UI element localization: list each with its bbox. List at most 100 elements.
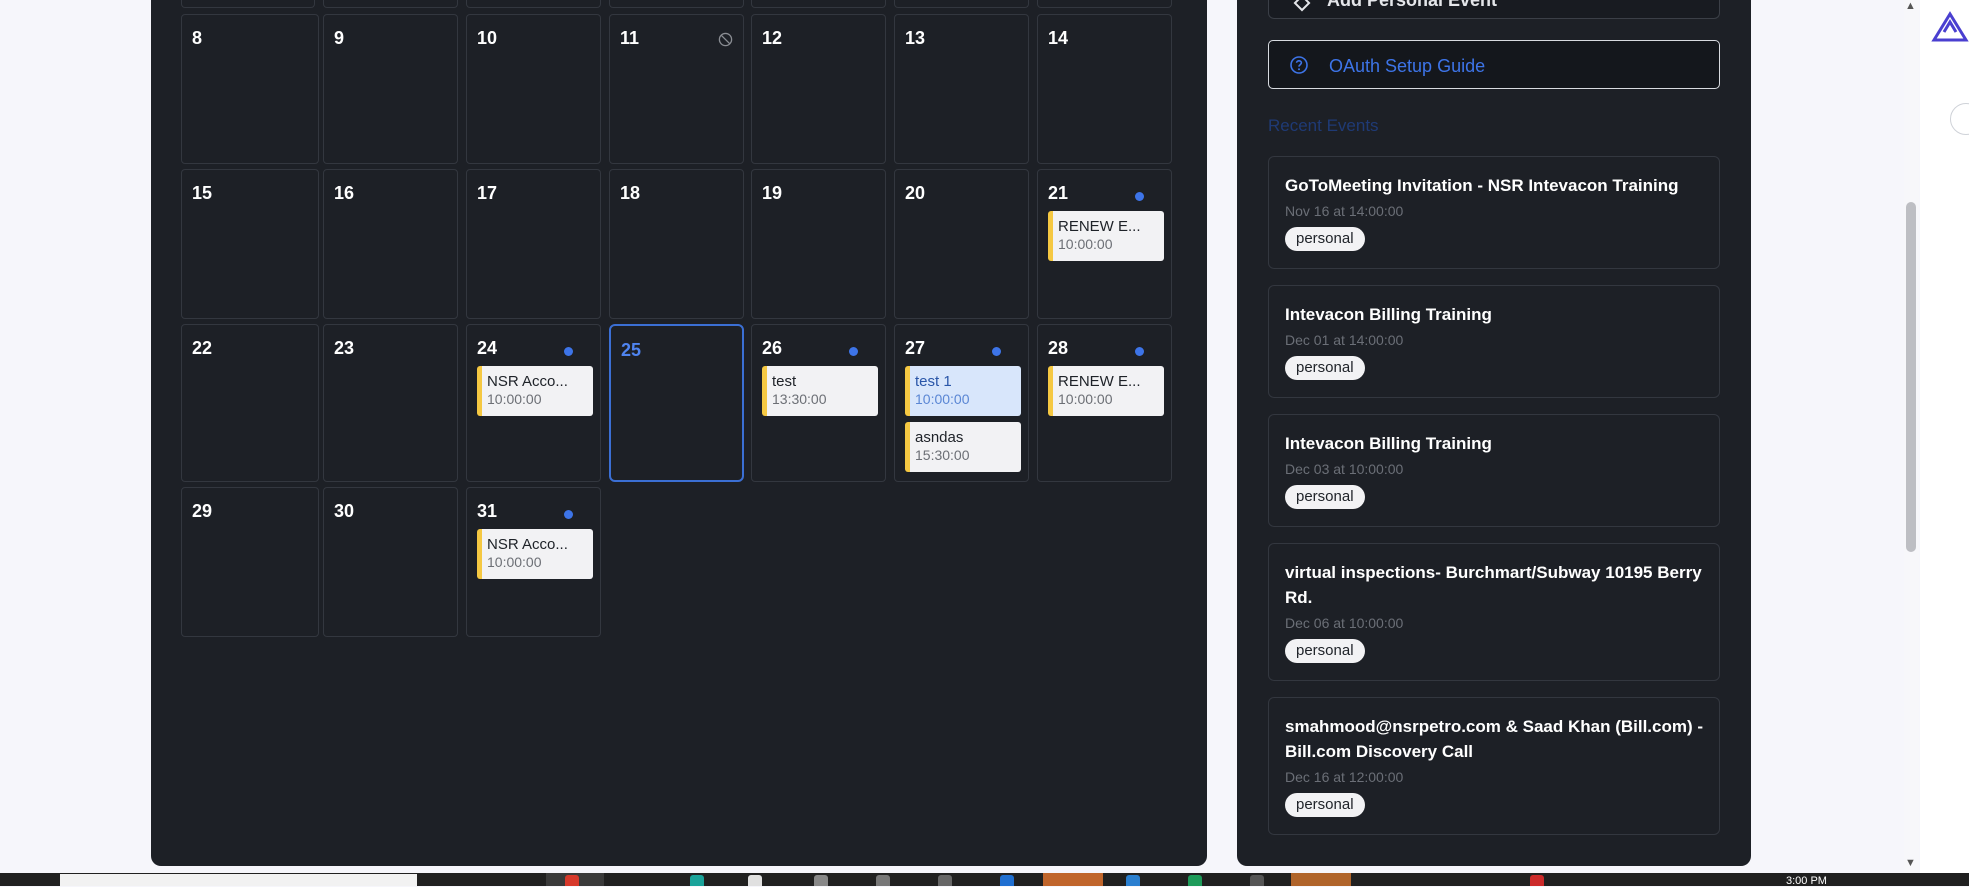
calendar-cell[interactable]: 26 test 13:30:00 [751, 324, 886, 482]
calendar-cell[interactable]: 14 [1037, 14, 1172, 164]
calendar-cell[interactable]: 11 [609, 14, 744, 164]
calendar-cell[interactable]: 19 [751, 169, 886, 319]
calendar-cell[interactable]: 20 [894, 169, 1029, 319]
event-time: 15:30:00 [915, 447, 970, 463]
recent-event-card[interactable]: Intevacon Billing Training Dec 01 at 14:0… [1268, 285, 1720, 398]
taskbar-app-highlight[interactable] [1043, 873, 1103, 886]
calendar-event[interactable]: test 1 10:00:00 [905, 366, 1021, 416]
recent-event-title: Intevacon Billing Training [1285, 305, 1492, 324]
recent-event-card[interactable]: smahmood@nsrpetro.com & Saad Khan (Bill.… [1268, 697, 1720, 835]
day-number: 20 [905, 183, 926, 203]
taskbar-app-icon[interactable] [748, 875, 762, 886]
event-indicator-dot [1135, 347, 1144, 356]
calendar-cell[interactable]: 27 test 1 10:00:00 asndas 15:30:00 [894, 324, 1029, 482]
taskbar-app-icon[interactable] [814, 875, 828, 886]
calendar-cell[interactable]: 21 RENEW E... 10:00:00 [1037, 169, 1172, 319]
calendar-event[interactable]: RENEW E... 10:00:00 [1048, 211, 1164, 261]
calendar-cell-partial[interactable] [751, 0, 886, 8]
calendar-cell[interactable]: 17 [466, 169, 601, 319]
calendar-cell[interactable]: 24 NSR Acco... 10:00:00 [466, 324, 601, 482]
taskbar-app-icon[interactable] [876, 875, 890, 886]
taskbar-app-highlight[interactable] [1291, 873, 1351, 886]
app-logo-icon[interactable] [1930, 10, 1969, 44]
calendar-cell-partial[interactable] [181, 0, 315, 8]
day-number: 26 [762, 338, 783, 358]
taskbar-app-icon[interactable] [565, 875, 579, 886]
taskbar-app-icon[interactable] [1250, 875, 1264, 886]
oauth-setup-guide-button[interactable]: OAuth Setup Guide [1268, 40, 1720, 89]
recent-event-title: virtual inspections- Burchmart/Subway 10… [1285, 563, 1702, 607]
recent-event-tag: personal [1285, 485, 1365, 509]
event-title: RENEW E... [1058, 218, 1141, 235]
diamond-icon [1293, 0, 1311, 12]
day-number: 22 [192, 338, 213, 358]
day-number: 14 [1048, 28, 1069, 48]
add-personal-event-button[interactable]: Add Personal Event [1268, 0, 1720, 19]
calendar-cell-partial[interactable] [609, 0, 744, 8]
recent-event-title: smahmood@nsrpetro.com & Saad Khan (Bill.… [1285, 717, 1704, 761]
day-number: 13 [905, 28, 926, 48]
taskbar-app-icon[interactable] [1000, 875, 1014, 886]
day-number: 11 [620, 28, 640, 48]
calendar-event[interactable]: NSR Acco... 10:00:00 [477, 366, 593, 416]
day-number: 16 [334, 183, 355, 203]
event-time: 10:00:00 [915, 391, 970, 407]
event-time: 10:00:00 [487, 391, 542, 407]
calendar-cell[interactable]: 28 RENEW E... 10:00:00 [1037, 324, 1172, 482]
recent-event-date: Dec 01 at 14:00:00 [1285, 332, 1404, 348]
blocked-circle-icon [718, 32, 733, 47]
event-indicator-dot [564, 347, 573, 356]
recent-event-card[interactable]: GoToMeeting Invitation - NSR Intevacon T… [1268, 156, 1720, 269]
scrollbar-thumb[interactable] [1906, 202, 1916, 552]
calendar-cell[interactable]: 23 [323, 324, 458, 482]
calendar-cell[interactable]: 30 [323, 487, 458, 637]
calendar-cell[interactable]: 31 NSR Acco... 10:00:00 [466, 487, 601, 637]
event-indicator-dot [1135, 192, 1144, 201]
recent-event-card[interactable]: virtual inspections- Burchmart/Subway 10… [1268, 543, 1720, 681]
taskbar-app-icon[interactable] [690, 875, 704, 886]
calendar-cell[interactable]: 16 [323, 169, 458, 319]
event-time: 10:00:00 [1058, 391, 1113, 407]
recent-event-title: Intevacon Billing Training [1285, 434, 1492, 453]
calendar-cell[interactable]: 22 [181, 324, 319, 482]
scroll-up-arrow-icon[interactable]: ▲ [1905, 0, 1916, 12]
calendar-event[interactable]: test 13:30:00 [762, 366, 878, 416]
day-number: 18 [620, 183, 641, 203]
add-personal-event-label: Add Personal Event [1327, 0, 1498, 10]
calendar-cell-partial[interactable] [894, 0, 1029, 8]
calendar-event[interactable]: RENEW E... 10:00:00 [1048, 366, 1164, 416]
calendar-cell[interactable]: 12 [751, 14, 886, 164]
event-title: test 1 [915, 373, 952, 390]
day-number: 12 [762, 28, 783, 48]
taskbar-app-icon[interactable] [938, 875, 952, 886]
calendar-cell-partial[interactable] [466, 0, 601, 8]
day-number: 9 [334, 28, 345, 48]
calendar-cell-partial[interactable] [323, 0, 458, 8]
taskbar-app-icon[interactable] [1530, 875, 1544, 886]
calendar-event[interactable]: asndas 15:30:00 [905, 422, 1021, 472]
event-title: asndas [915, 429, 964, 446]
taskbar-app-icon[interactable] [1126, 875, 1140, 886]
calendar-cell[interactable]: 15 [181, 169, 319, 319]
taskbar-search-box[interactable] [60, 874, 417, 886]
taskbar-app-icon[interactable] [1188, 875, 1202, 886]
calendar-panel: 8 9 10 11 12 13 14 15 16 17 18 19 20 21 RENEW E... 10:0… [151, 0, 1207, 866]
calendar-cell-today[interactable]: 25 [609, 324, 744, 482]
calendar-cell[interactable]: 8 [181, 14, 319, 164]
calendar-cell[interactable]: 29 [181, 487, 319, 637]
day-number: 19 [762, 183, 783, 203]
scroll-down-arrow-icon[interactable]: ▼ [1905, 857, 1916, 869]
recent-event-card[interactable]: Intevacon Billing Training Dec 03 at 10:0… [1268, 414, 1720, 527]
event-title: RENEW E... [1058, 373, 1141, 390]
event-time: 10:00:00 [1058, 236, 1113, 252]
taskbar-clock[interactable]: 3:00 PM [1786, 875, 1827, 887]
calendar-cell[interactable]: 18 [609, 169, 744, 319]
side-panel: Add Personal Event OAuth Setup Guide Rec… [1237, 0, 1751, 866]
calendar-cell[interactable]: 9 [323, 14, 458, 164]
event-time: 13:30:00 [772, 391, 827, 407]
calendar-cell[interactable]: 13 [894, 14, 1029, 164]
calendar-event[interactable]: NSR Acco... 10:00:00 [477, 529, 593, 579]
day-number: 15 [192, 183, 213, 203]
calendar-cell[interactable]: 10 [466, 14, 601, 164]
calendar-cell-partial[interactable] [1037, 0, 1172, 8]
